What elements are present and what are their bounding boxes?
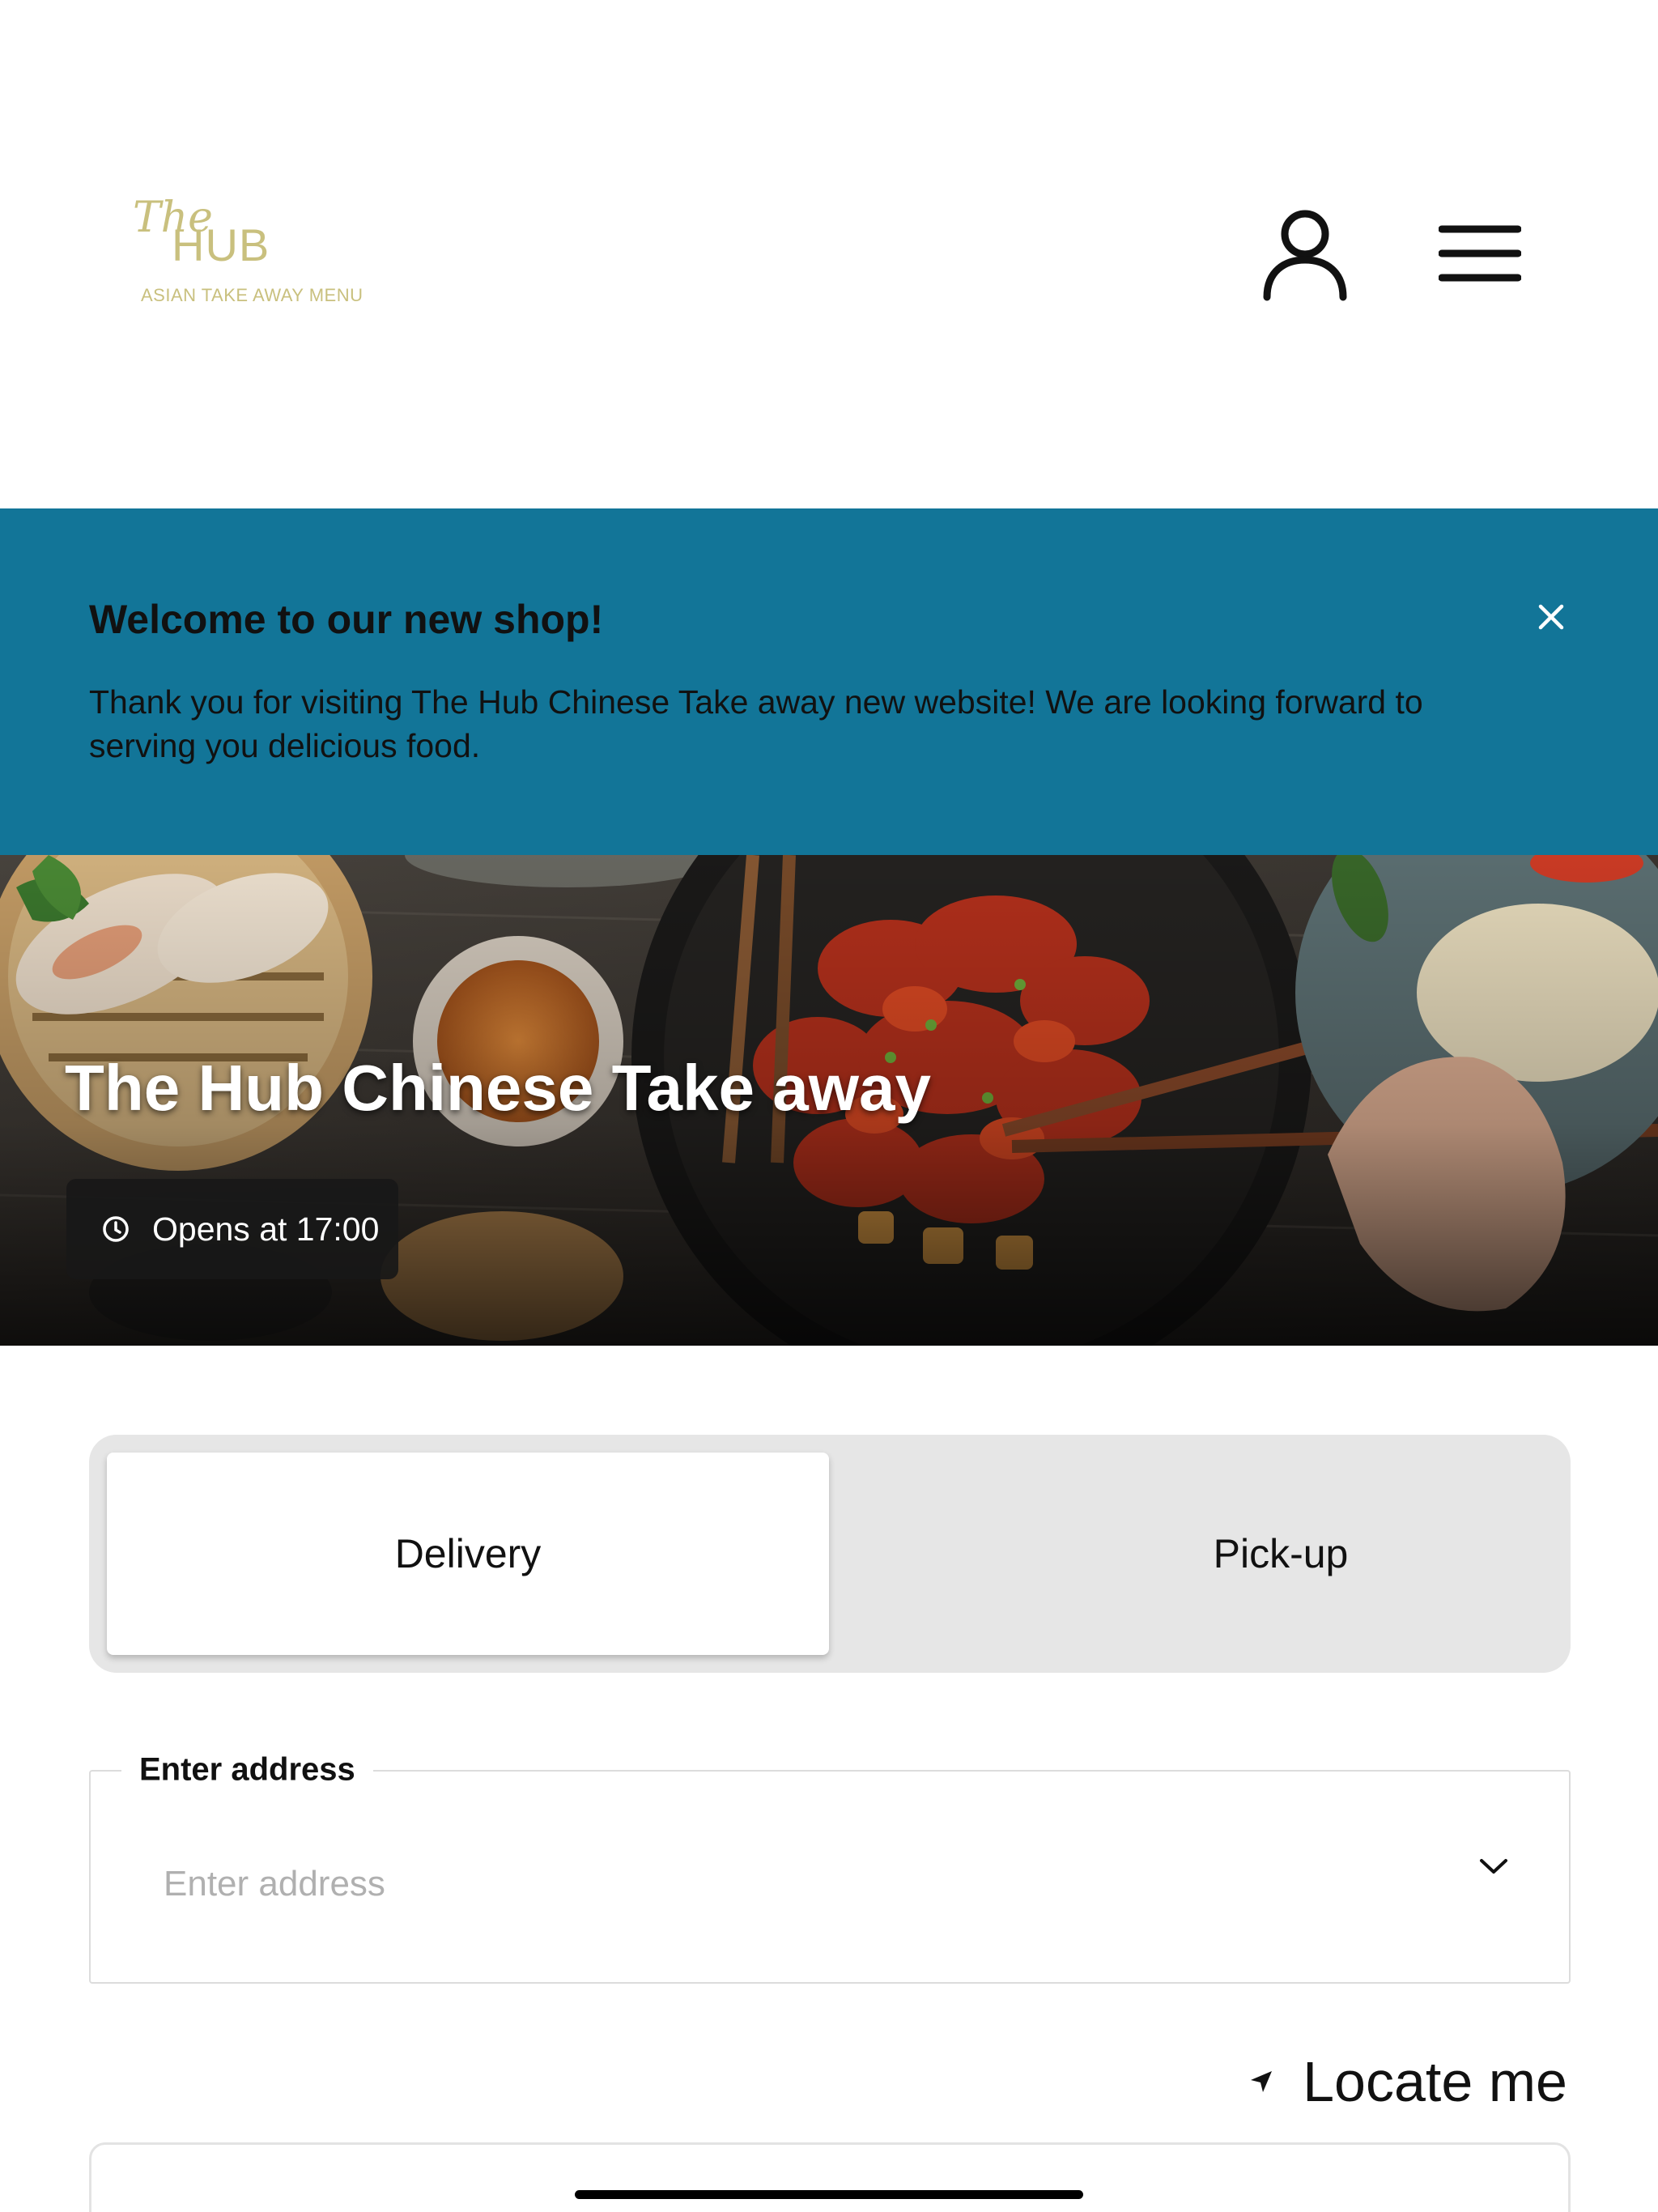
svg-text:ASIAN TAKE AWAY MENU: ASIAN TAKE AWAY MENU	[141, 285, 363, 305]
clock-icon	[100, 1214, 131, 1244]
close-icon	[1537, 603, 1565, 635]
restaurant-name: The Hub Chinese Take away	[65, 1052, 931, 1124]
content-card	[89, 2142, 1571, 2212]
address-label: Enter address	[121, 1751, 373, 1789]
home-indicator[interactable]	[575, 2190, 1083, 2199]
delivery-option[interactable]: Delivery	[107, 1453, 829, 1655]
pickup-option[interactable]: Pick-up	[920, 1453, 1642, 1655]
locate-me-button[interactable]: Locate me	[1249, 2050, 1567, 2113]
opening-hours-text: Opens at 17:00	[152, 1210, 380, 1248]
address-input[interactable]	[164, 1856, 1426, 1912]
user-icon	[1261, 206, 1350, 308]
order-type-toggle: Delivery Pick-up	[89, 1435, 1571, 1673]
account-button[interactable]	[1256, 204, 1354, 309]
svg-text:HUB: HUB	[172, 219, 270, 270]
site-header: The HUB ASIAN TAKE AWAY MENU	[0, 0, 1658, 508]
hamburger-menu-icon	[1438, 224, 1522, 287]
address-dropdown-toggle[interactable]	[1473, 1848, 1514, 1888]
brand-logo[interactable]: The HUB ASIAN TAKE AWAY MENU	[130, 194, 364, 316]
chevron-down-icon	[1478, 1857, 1509, 1880]
opening-hours-badge: Opens at 17:00	[66, 1179, 398, 1279]
banner-close-button[interactable]	[1528, 596, 1574, 641]
locate-me-label: Locate me	[1303, 2050, 1567, 2113]
banner-title: Welcome to our new shop!	[89, 597, 604, 642]
banner-text: Thank you for visiting The Hub Chinese T…	[89, 683, 1423, 764]
menu-button[interactable]	[1435, 219, 1525, 291]
location-arrow-icon	[1249, 2069, 1273, 2094]
